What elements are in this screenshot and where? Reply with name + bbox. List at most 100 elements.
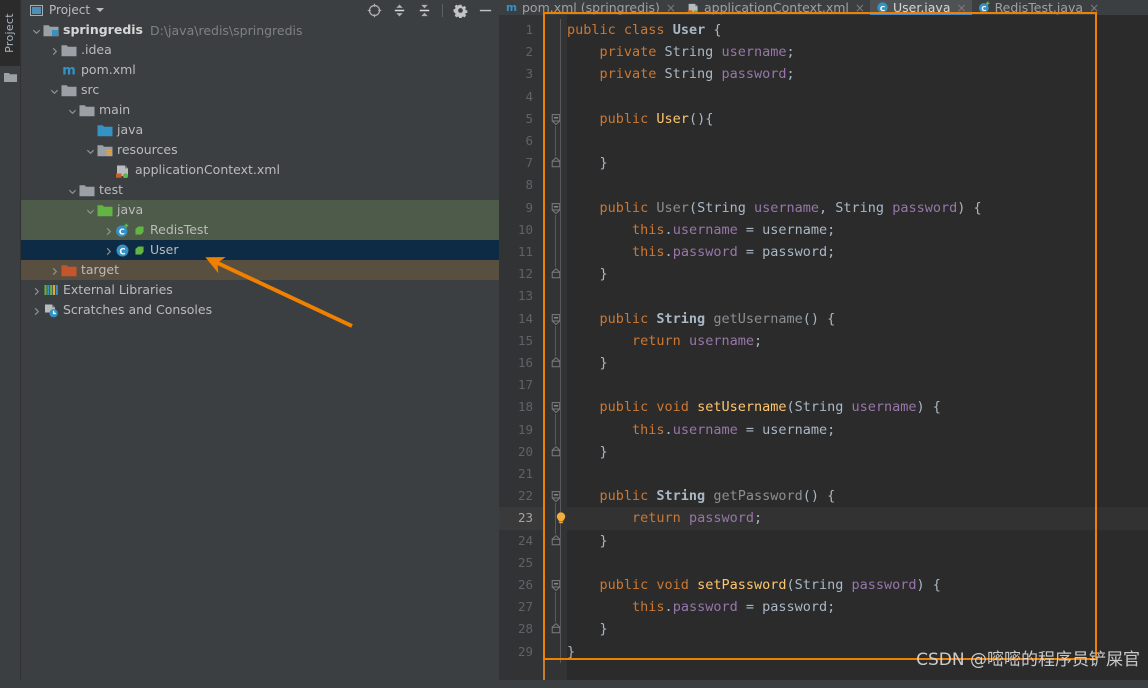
line-number: 1 bbox=[525, 19, 533, 41]
code-line[interactable]: } bbox=[567, 641, 575, 663]
settings-gear-icon[interactable] bbox=[453, 3, 468, 18]
code-token: public bbox=[600, 399, 657, 415]
tree-node-springredis[interactable]: springredisD:\java\redis\springredis bbox=[21, 20, 499, 40]
tree-node-redistest[interactable]: C RedisTest bbox=[21, 220, 499, 240]
tree-twisty-expanded[interactable] bbox=[47, 83, 61, 98]
select-opened-file-icon[interactable] bbox=[367, 3, 382, 18]
tree-node-pom-xml[interactable]: mpom.xml bbox=[21, 60, 499, 80]
collapse-all-icon[interactable] bbox=[417, 3, 432, 18]
code-line[interactable]: public void setPassword(String password)… bbox=[567, 574, 941, 596]
code-token: ; bbox=[786, 66, 794, 82]
code-line[interactable]: } bbox=[567, 530, 608, 552]
tree-node-target[interactable]: target bbox=[21, 260, 499, 280]
code-line[interactable]: } bbox=[567, 441, 608, 463]
line-number: 2 bbox=[525, 41, 533, 63]
tree-node-label: src bbox=[81, 80, 99, 100]
editor-tab-close-icon[interactable]: × bbox=[1089, 2, 1099, 14]
fold-region-rail bbox=[555, 215, 556, 268]
code-line[interactable]: private String username; bbox=[567, 41, 795, 63]
tree-node-resources[interactable]: resources bbox=[21, 140, 499, 160]
code-token: } bbox=[567, 355, 608, 371]
editor-tab-pom-xml-springredis-[interactable]: mpom.xml (springredis)× bbox=[499, 0, 681, 15]
editor-code-surface[interactable]: public class User { private String usern… bbox=[567, 15, 1148, 688]
code-line[interactable]: return password; bbox=[567, 507, 762, 529]
line-number: 16 bbox=[518, 352, 533, 374]
code-token: username bbox=[852, 399, 917, 415]
code-token: class bbox=[624, 22, 673, 38]
tree-node-main[interactable]: main bbox=[21, 100, 499, 120]
tree-node-java[interactable]: java bbox=[21, 200, 499, 220]
code-line[interactable]: private String password; bbox=[567, 63, 795, 85]
code-token: username bbox=[673, 422, 738, 438]
editor-tab-applicationcontext-xml[interactable]: applicationContext.xml× bbox=[681, 0, 870, 15]
code-line[interactable]: public class User { bbox=[567, 19, 721, 41]
tree-node-external-libraries[interactable]: External Libraries bbox=[21, 280, 499, 300]
tree-node-java[interactable]: java bbox=[21, 120, 499, 140]
line-number: 10 bbox=[518, 219, 533, 241]
code-line[interactable]: return username; bbox=[567, 330, 762, 352]
code-line[interactable]: } bbox=[567, 263, 608, 285]
tree-node-label: main bbox=[99, 100, 130, 120]
code-line[interactable]: this.username = username; bbox=[567, 419, 835, 441]
editor-tab-close-icon[interactable]: × bbox=[855, 2, 865, 14]
code-line[interactable]: public String getUsername() { bbox=[567, 308, 835, 330]
code-line[interactable]: this.password = password; bbox=[567, 241, 835, 263]
tree-node--idea[interactable]: .idea bbox=[21, 40, 499, 60]
code-line[interactable]: this.password = password; bbox=[567, 596, 835, 618]
svg-text:C: C bbox=[119, 246, 125, 256]
code-token bbox=[567, 111, 600, 127]
java-class-icon: C bbox=[876, 1, 889, 14]
tree-twisty-collapsed[interactable] bbox=[29, 283, 43, 298]
code-token: String bbox=[795, 577, 852, 593]
tree-twisty-collapsed[interactable] bbox=[47, 263, 61, 278]
hide-icon[interactable] bbox=[478, 3, 493, 18]
code-token: User bbox=[656, 111, 689, 127]
intention-bulb-icon[interactable] bbox=[554, 511, 568, 525]
tree-twisty-expanded[interactable] bbox=[65, 103, 79, 118]
code-token: String bbox=[665, 66, 722, 82]
editor-tab-label: RedisTest.java bbox=[995, 0, 1084, 15]
code-line[interactable]: } bbox=[567, 618, 608, 640]
tree-node-scratches-and-consoles[interactable]: Scratches and Consoles bbox=[21, 300, 499, 320]
code-line[interactable]: public String getPassword() { bbox=[567, 485, 835, 507]
tree-node-test[interactable]: test bbox=[21, 180, 499, 200]
editor-tab-user-java[interactable]: CUser.java× bbox=[870, 0, 972, 15]
tree-node-label: Scratches and Consoles bbox=[63, 300, 212, 320]
tree-twisty-collapsed[interactable] bbox=[101, 223, 115, 238]
stripe-button-project[interactable]: Project bbox=[0, 0, 20, 66]
tree-twisty-expanded[interactable] bbox=[65, 183, 79, 198]
scratches-icon bbox=[43, 302, 59, 318]
tree-node-applicationcontext-xml[interactable]: applicationContext.xml bbox=[21, 160, 499, 180]
tree-twisty-expanded[interactable] bbox=[29, 23, 43, 38]
tree-node-label: RedisTest bbox=[150, 220, 208, 240]
editor-tab-bar[interactable]: mpom.xml (springredis)×applicationContex… bbox=[499, 0, 1148, 15]
line-number: 20 bbox=[518, 441, 533, 463]
line-number: 12 bbox=[518, 263, 533, 285]
code-token: () { bbox=[803, 488, 836, 504]
tree-twisty-collapsed[interactable] bbox=[29, 303, 43, 318]
editor-line-number-gutter[interactable]: 1234567891011121314151617181920212223242… bbox=[499, 15, 543, 688]
project-view-selector[interactable]: Project bbox=[30, 1, 104, 19]
project-tree[interactable]: springredisD:\java\redis\springredis.ide… bbox=[21, 20, 499, 688]
tree-twisty-collapsed[interactable] bbox=[101, 243, 115, 258]
code-line[interactable]: public User(){ bbox=[567, 108, 713, 130]
code-token: void bbox=[656, 399, 697, 415]
tree-node-src[interactable]: src bbox=[21, 80, 499, 100]
code-line[interactable]: } bbox=[567, 152, 608, 174]
editor-tab-redistest-java[interactable]: CRedisTest.java× bbox=[972, 0, 1105, 15]
code-line[interactable]: this.username = username; bbox=[567, 219, 835, 241]
tree-node-user[interactable]: CUser bbox=[21, 240, 499, 260]
editor-code-folding-strip[interactable] bbox=[545, 15, 567, 688]
tree-twisty-expanded[interactable] bbox=[83, 203, 97, 218]
code-line[interactable]: public User(String username, String pass… bbox=[567, 197, 982, 219]
svg-text:C: C bbox=[119, 227, 125, 236]
fold-region-rail bbox=[555, 326, 556, 356]
code-line[interactable]: public void setUsername(String username)… bbox=[567, 396, 941, 418]
code-line[interactable]: } bbox=[567, 352, 608, 374]
editor-tab-close-icon[interactable]: × bbox=[666, 2, 676, 14]
tree-twisty-collapsed[interactable] bbox=[47, 43, 61, 58]
expand-all-icon[interactable] bbox=[392, 3, 407, 18]
code-token: . bbox=[665, 599, 673, 615]
tree-twisty-expanded[interactable] bbox=[83, 143, 97, 158]
editor-tab-close-icon[interactable]: × bbox=[957, 2, 967, 14]
